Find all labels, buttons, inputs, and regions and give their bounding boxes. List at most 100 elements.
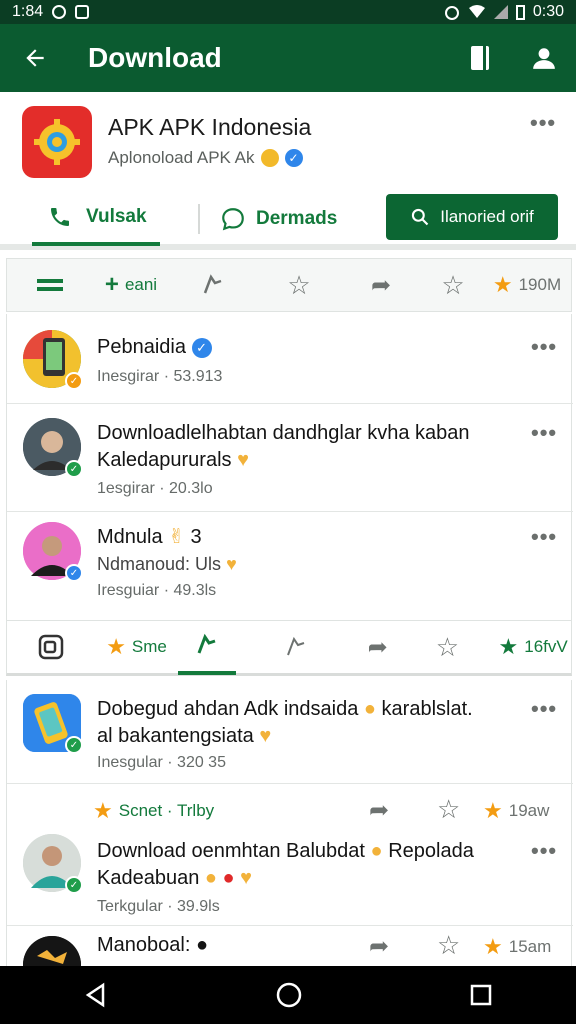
share-arrow-icon: ➦	[367, 633, 388, 661]
more-options-icon[interactable]: •••	[531, 696, 557, 722]
badge-icon: ✓	[65, 372, 83, 390]
post-body: Downloadlelhabtan dandhglar kvha kaban K…	[97, 420, 517, 474]
post-line-2: Ndmanoud: Uls ♥	[97, 554, 237, 574]
rate-button[interactable]: ☆	[400, 632, 496, 663]
verified-icon: ✓	[191, 337, 212, 358]
post-line: Dobegud ahdan Adk indsaida ● karablslat.	[97, 698, 473, 720]
book-icon	[471, 46, 489, 70]
tab-chat-label: Dermads	[256, 208, 338, 229]
game-logo-icon	[23, 936, 81, 966]
add-button[interactable]: + eani	[93, 271, 169, 299]
star-filled-icon: ★	[106, 634, 126, 659]
post-body: Mdnula ✌ 3 Ndmanoud: Uls ♥	[97, 524, 517, 578]
more-options-icon[interactable]: •••	[531, 524, 557, 550]
post-meta: Iresguiar · 49.3ls	[97, 582, 217, 599]
star-button[interactable]: ★ Scnet · Trlby	[93, 798, 214, 824]
post-body: Download oenmhtan Balubdat ● Repolada Ka…	[97, 838, 507, 892]
app-subtitle-text: Aplonoload APK Ak	[108, 148, 255, 167]
post-meta: Inesgular · 320 35	[97, 754, 226, 771]
post-line: Download oenmhtan Balubdat ● Repolada	[97, 840, 474, 862]
tab-call-label: Vulsak	[86, 206, 147, 227]
person-icon	[533, 48, 555, 69]
post-title-text: Pebnaidia	[97, 336, 186, 358]
star-label: Sme	[131, 637, 167, 656]
hand-emoji-icon: ✌	[168, 526, 185, 548]
smile-emoji-icon: ●	[370, 840, 383, 862]
action-bar-2: ★ Sme ➦ ☆ ★ 16fvV	[6, 620, 572, 676]
feed-section-2: ✓ Dobegud ahdan Adk indsaida ● karablsla…	[6, 680, 573, 966]
list-item[interactable]: ✓ Mdnula ✌ 3 Ndmanoud: Uls ♥ Iresguiar ·…	[7, 512, 573, 620]
post-line: Mdnula ✌ 3	[97, 526, 202, 548]
more-options-icon[interactable]: •••	[530, 110, 556, 136]
search-action-button[interactable]: Ilanoried orif	[386, 194, 558, 240]
battery-icon	[515, 4, 525, 20]
star-outline-icon: ☆	[441, 269, 465, 300]
star-label: Scnet · Trlby	[118, 801, 215, 820]
share-arrow-icon[interactable]: ➦	[369, 796, 389, 825]
smile-emoji-icon: ●	[363, 698, 376, 720]
list-item[interactable]: ✓ Downloadlelhabtan dandhglar kvha kaban…	[7, 404, 573, 512]
emoji-icon	[260, 149, 279, 167]
search-action-label: Ilanoried orif	[440, 207, 534, 226]
avatar: ✓	[23, 834, 83, 894]
star-outline-icon[interactable]: ☆	[437, 930, 460, 961]
arrow-back-icon	[26, 49, 44, 67]
document-icon	[38, 634, 64, 660]
share-arrow-icon[interactable]: ➦	[369, 932, 389, 961]
search-icon	[412, 208, 429, 226]
heart-icon: ♥	[226, 554, 237, 574]
rate-button[interactable]: ☆	[421, 270, 485, 301]
add-label: eani	[124, 275, 158, 294]
tab-divider	[198, 204, 200, 234]
list-item[interactable]: ✓ Download oenmhtan Balubdat ● Repolada …	[7, 834, 573, 926]
rating-indicator: ★ 19aw	[483, 798, 549, 824]
action-bar-3: ★ Scnet · Trlby ➦ ☆ ★ 19aw	[7, 784, 573, 834]
post-line-2: Kaledapururals ♥	[97, 449, 249, 471]
notification-icon	[75, 5, 90, 19]
share-button[interactable]: ➦	[341, 271, 421, 300]
post-meta: 1esgirar · 20.3lo	[97, 480, 213, 497]
menu-button[interactable]	[7, 277, 93, 293]
plus-icon: +	[104, 271, 119, 298]
avatar: ✓	[23, 694, 83, 754]
tab-chat[interactable]: Dermads	[220, 192, 337, 246]
star-filled-icon: ★	[492, 272, 513, 297]
home-circle-icon[interactable]	[275, 981, 303, 1009]
more-options-icon[interactable]: •••	[531, 334, 557, 360]
list-item[interactable]: ✓ Dobegud ahdan Adk indsaida ● karablsla…	[7, 680, 573, 784]
list-item[interactable]: ✓ Pebnaidia ✓ Inesgirar · 53.913 •••	[7, 314, 573, 404]
alarm-icon	[444, 6, 459, 20]
back-button[interactable]	[0, 24, 70, 92]
back-triangle-icon[interactable]	[83, 982, 109, 1008]
share-button[interactable]: ➦	[356, 633, 400, 662]
more-options-icon[interactable]: •••	[531, 420, 557, 446]
document-button[interactable]	[7, 634, 95, 660]
emoji-icon: ●	[195, 934, 209, 956]
star-button[interactable]: ★ Sme	[95, 634, 179, 660]
list-item[interactable]: Manoboal: ● ➦ ☆ ★ 15am	[7, 926, 573, 966]
rating-value: 16fvV	[524, 637, 568, 656]
post-meta: Inesgirar · 53.913	[97, 368, 223, 385]
boost-button-active[interactable]	[178, 619, 237, 675]
tab-call[interactable]: Vulsak	[32, 192, 160, 246]
favorite-button[interactable]: ☆	[257, 270, 341, 301]
avatar	[23, 936, 81, 966]
status-bar: 1:84 0:30	[0, 0, 576, 24]
app-logo[interactable]	[22, 106, 92, 178]
profile-button[interactable]	[512, 24, 576, 92]
heart-icon: ♥	[259, 725, 272, 747]
boost-button[interactable]	[169, 273, 257, 297]
upload-button[interactable]	[236, 635, 356, 659]
avatar: ✓	[23, 330, 83, 390]
arrow-up-icon	[197, 633, 216, 654]
recents-square-icon[interactable]	[469, 983, 493, 1007]
app-subtitle: Aplonoload APK Ak ✓	[108, 148, 303, 168]
rating-indicator: ★ 16fvV	[495, 634, 571, 660]
star-outline-icon[interactable]: ☆	[437, 794, 460, 825]
gear-icon	[34, 119, 80, 165]
bookmark-button[interactable]	[448, 24, 512, 92]
sync-icon	[52, 5, 67, 19]
more-options-icon[interactable]: •••	[531, 838, 557, 864]
verified-badge-icon: ✓	[65, 876, 83, 894]
status-time: 1:84	[12, 3, 44, 20]
